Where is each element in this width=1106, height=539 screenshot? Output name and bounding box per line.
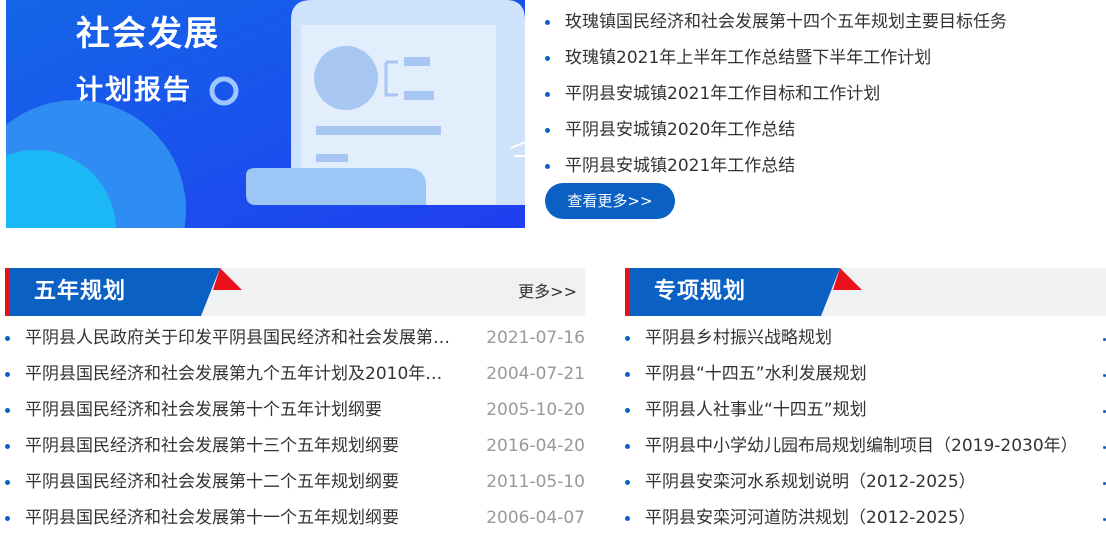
item-title: 平阴县国民经济和社会发展第十个五年计划纲要 (25, 400, 382, 420)
more-link[interactable]: 更多>> (518, 268, 577, 316)
item-date: 2004-07-21 (486, 364, 585, 384)
item-title: 平阴县人民政府关于印发平阴县国民经济和社会发展第十四个五年规划和二〇三五年远景目… (25, 328, 457, 348)
news-item[interactable]: 玫瑰镇国民经济和社会发展第十四个五年规划主要目标任务 (545, 4, 1105, 40)
banner-subtitle: 计划报告 (76, 75, 192, 106)
bullet-icon (545, 92, 550, 97)
five-year-plan-panel: 五年规划 更多>> 平阴县人民政府关于印发平阴县国民经济和社会发展第十四个五年规… (5, 268, 585, 536)
banner-title: 社会发展 (76, 14, 220, 54)
item-title: 平阴县国民经济和社会发展第十三个五年规划纲要 (25, 436, 399, 456)
list-item[interactable]: 平阴县国民经济和社会发展第十三个五年规划纲要 2016-04-20 (5, 428, 585, 464)
panel-header: 专项规划 (625, 268, 1106, 316)
news-item[interactable]: 玫瑰镇2021年上半年工作总结暨下半年工作计划 (545, 40, 1105, 76)
bullet-icon (625, 372, 630, 377)
bullet-icon (545, 20, 550, 25)
list-item[interactable]: 平阴县乡村振兴战略规划 (625, 320, 1106, 356)
panel-title: 五年规划 (34, 279, 127, 304)
bullet-icon (625, 444, 630, 449)
news-item[interactable]: 平阴县安城镇2021年工作目标和工作计划 (545, 76, 1105, 112)
list-item[interactable]: 平阴县国民经济和社会发展第十个五年计划纲要 2005-10-20 (5, 392, 585, 428)
item-date: 2016-04-20 (486, 436, 585, 456)
bullet-icon (545, 56, 550, 61)
item-title: 平阴县安栾河水系规划说明（2012-2025） (645, 472, 976, 492)
list-item[interactable]: 平阴县“十四五”水利发展规划 (625, 356, 1106, 392)
banner-image[interactable]: 社会发展 计划报告 (6, 0, 525, 228)
item-title: 平阴县乡村振兴战略规划 (645, 328, 832, 348)
view-more-button[interactable]: 查看更多>> (545, 183, 675, 219)
panel-header: 五年规划 更多>> (5, 268, 585, 316)
bullet-icon (545, 128, 550, 133)
bullet-icon (625, 480, 630, 485)
bullet-icon (625, 336, 630, 341)
list-item[interactable]: 平阴县国民经济和社会发展第九个五年计划及2010年远景目标纲要 2004-07-2… (5, 356, 585, 392)
list-item[interactable]: 平阴县中小学幼儿园布局规划编制项目（2019-2030年） (625, 428, 1106, 464)
bullet-icon (625, 408, 630, 413)
item-title: 平阴县中小学幼儿园布局规划编制项目（2019-2030年） (645, 436, 1078, 456)
bullet-icon (5, 480, 10, 485)
panel-title: 专项规划 (654, 279, 747, 304)
list-item[interactable]: 平阴县人民政府关于印发平阴县国民经济和社会发展第十四个五年规划和二〇三五年远景目… (5, 320, 585, 356)
list-item[interactable]: 平阴县人社事业“十四五”规划 (625, 392, 1106, 428)
bullet-icon (5, 516, 10, 521)
news-item-label: 平阴县安城镇2021年工作总结 (565, 156, 796, 176)
item-date: 2011-05-10 (486, 472, 585, 492)
bullet-icon (5, 408, 10, 413)
item-title: 平阴县国民经济和社会发展第十一个五年规划纲要 (25, 508, 399, 528)
item-date: 2006-04-07 (486, 508, 585, 528)
item-title: 平阴县人社事业“十四五”规划 (645, 400, 867, 420)
item-title: 平阴县“十四五”水利发展规划 (645, 364, 867, 384)
bullet-icon (5, 372, 10, 377)
bullet-icon (545, 164, 550, 169)
item-title: 平阴县安栾河河道防洪规划（2012-2025） (645, 508, 976, 528)
bullet-icon (625, 516, 630, 521)
bullet-icon (5, 336, 10, 341)
news-item-label: 玫瑰镇国民经济和社会发展第十四个五年规划主要目标任务 (565, 12, 1007, 32)
news-item[interactable]: 平阴县安城镇2020年工作总结 (545, 112, 1105, 148)
item-title: 平阴县国民经济和社会发展第九个五年计划及2010年远景目标纲要 (25, 364, 457, 384)
news-item-label: 平阴县安城镇2020年工作总结 (565, 120, 796, 140)
item-title: 平阴县国民经济和社会发展第十二个五年规划纲要 (25, 472, 399, 492)
list-item[interactable]: 平阴县安栾河水系规划说明（2012-2025） (625, 464, 1106, 500)
bullet-icon (5, 444, 10, 449)
special-plan-list: 平阴县乡村振兴战略规划 平阴县“十四五”水利发展规划 平阴县人社事业“十四五”规… (625, 320, 1106, 536)
five-year-plan-list: 平阴县人民政府关于印发平阴县国民经济和社会发展第十四个五年规划和二〇三五年远景目… (5, 320, 585, 536)
list-item[interactable]: 平阴县国民经济和社会发展第十二个五年规划纲要 2011-05-10 (5, 464, 585, 500)
item-date: 2005-10-20 (486, 400, 585, 420)
list-item[interactable]: 平阴县国民经济和社会发展第十一个五年规划纲要 2006-04-07 (5, 500, 585, 536)
list-item[interactable]: 平阴县安栾河河道防洪规划（2012-2025） (625, 500, 1106, 536)
news-item[interactable]: 平阴县安城镇2021年工作总结 (545, 148, 1105, 184)
news-item-label: 玫瑰镇2021年上半年工作总结暨下半年工作计划 (565, 48, 932, 68)
top-news-list: 玫瑰镇国民经济和社会发展第十四个五年规划主要目标任务 玫瑰镇2021年上半年工作… (545, 4, 1105, 184)
item-date: 2021-07-16 (486, 328, 585, 348)
news-item-label: 平阴县安城镇2021年工作目标和工作计划 (565, 84, 881, 104)
special-plan-panel: 专项规划 平阴县乡村振兴战略规划 平阴县“十四五”水利发展规划 平阴县人社事业“… (625, 268, 1106, 536)
